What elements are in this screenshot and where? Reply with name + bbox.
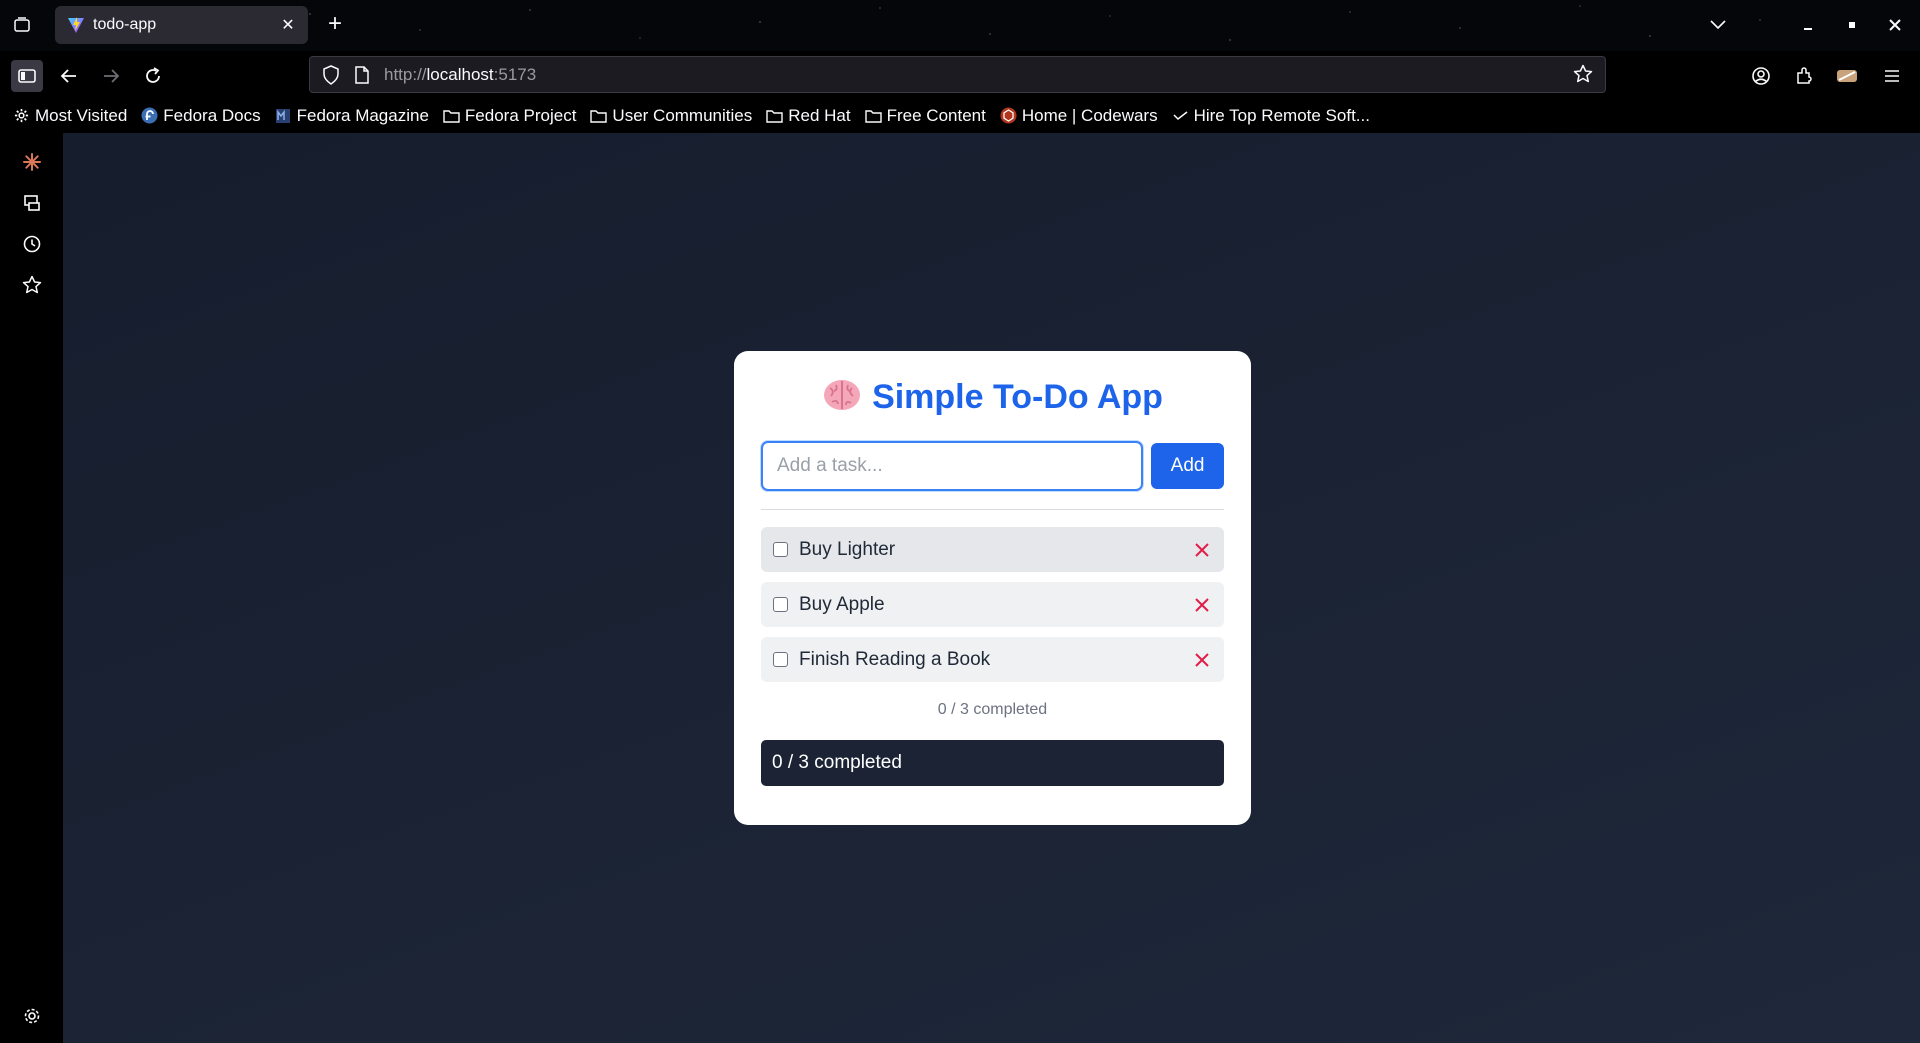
folder-icon — [443, 107, 460, 124]
delete-task-icon[interactable] — [1192, 595, 1212, 615]
task-input[interactable] — [761, 441, 1144, 491]
vite-icon — [68, 17, 84, 33]
tab-title: todo-app — [93, 16, 157, 33]
add-button[interactable]: Add — [1151, 443, 1224, 489]
tab-close-icon[interactable]: ✕ — [278, 15, 298, 35]
task-checkbox[interactable] — [773, 542, 788, 557]
url-text: http://localhost:5173 — [384, 64, 537, 84]
completion-summary: 0 / 3 completed — [937, 701, 1048, 718]
folder-icon — [590, 107, 608, 124]
bookmark-free-content[interactable]: Free Content — [864, 106, 986, 126]
minimize-icon[interactable] — [1795, 12, 1821, 38]
bookmark-fedora-magazine[interactable]: Fedora Magazine — [275, 106, 429, 126]
ai-chatbot-icon[interactable] — [21, 151, 43, 173]
sidebar-toggle-icon[interactable] — [11, 60, 43, 92]
bookmark-red-hat[interactable]: Red Hat — [766, 106, 851, 126]
account-icon[interactable] — [1745, 60, 1777, 92]
app-title: Simple To-Do App — [761, 375, 1224, 419]
brain-icon — [824, 380, 861, 410]
task-text: Finish Reading a Book — [799, 648, 991, 670]
task-checkbox[interactable] — [773, 652, 788, 667]
bookmark-fedora-project[interactable]: Fedora Project — [443, 106, 576, 126]
task-checkbox[interactable] — [773, 597, 788, 612]
browser-tab[interactable]: todo-app ✕ — [55, 6, 308, 44]
add-task-row: Add — [761, 441, 1224, 491]
folder-icon — [864, 107, 882, 124]
url-bar[interactable]: http://localhost:5173 — [309, 56, 1606, 93]
maximize-icon[interactable] — [1839, 12, 1865, 38]
bookmark-most-visited[interactable]: Most Visited — [13, 106, 127, 126]
page-icon[interactable] — [354, 65, 370, 84]
settings-gear-icon[interactable] — [21, 1005, 43, 1027]
delete-task-icon[interactable] — [1192, 540, 1212, 560]
new-tab-icon[interactable]: + — [322, 12, 348, 38]
back-icon[interactable] — [53, 60, 85, 92]
arrow-icon — [1172, 107, 1189, 124]
history-icon[interactable] — [21, 233, 43, 255]
task-text: Buy Lighter — [799, 538, 896, 560]
tab-list-icon[interactable] — [10, 13, 34, 37]
extensions-icon[interactable] — [1788, 60, 1820, 92]
fedora-icon — [141, 107, 158, 124]
todo-card: Simple To-Do App Add Buy Lighter Buy App… — [734, 351, 1251, 825]
folder-icon — [766, 107, 783, 124]
bookmarks-toolbar: Most Visited Fedora Docs Fedora Magazine… — [0, 98, 1920, 133]
task-item[interactable]: Buy Lighter — [761, 527, 1224, 572]
delete-task-icon[interactable] — [1192, 650, 1212, 670]
bookmarks-icon[interactable] — [21, 274, 43, 296]
gear-icon — [13, 107, 30, 124]
reload-icon[interactable] — [137, 60, 169, 92]
browser-sidebar — [0, 133, 63, 1043]
menu-icon[interactable] — [1876, 60, 1908, 92]
divider — [761, 509, 1224, 510]
bookmark-hire-remote[interactable]: Hire Top Remote Soft... — [1172, 106, 1370, 126]
completion-status-bar: 0 / 3 completed — [761, 740, 1224, 786]
forward-icon[interactable] — [95, 60, 127, 92]
tab-strip: todo-app ✕ + — [0, 0, 1920, 51]
task-text: Buy Apple — [799, 593, 885, 615]
bookmark-codewars[interactable]: Home | Codewars — [1000, 106, 1158, 126]
close-window-icon[interactable] — [1882, 12, 1908, 38]
task-item[interactable]: Finish Reading a Book — [761, 637, 1224, 682]
bookmark-star-icon[interactable] — [1573, 64, 1593, 89]
profile-avatar-icon[interactable] — [1831, 60, 1863, 92]
shield-icon[interactable] — [322, 64, 340, 85]
task-item[interactable]: Buy Apple — [761, 582, 1224, 627]
bookmark-user-communities[interactable]: User Communities — [590, 106, 752, 126]
list-all-tabs-icon[interactable] — [1705, 12, 1731, 38]
page-content: Simple To-Do App Add Buy Lighter Buy App… — [63, 133, 1920, 1043]
bookmark-fedora-docs[interactable]: Fedora Docs — [141, 106, 261, 126]
codewars-icon — [1000, 107, 1017, 124]
synced-tabs-icon[interactable] — [21, 192, 43, 214]
fedora-magazine-icon — [275, 107, 292, 124]
